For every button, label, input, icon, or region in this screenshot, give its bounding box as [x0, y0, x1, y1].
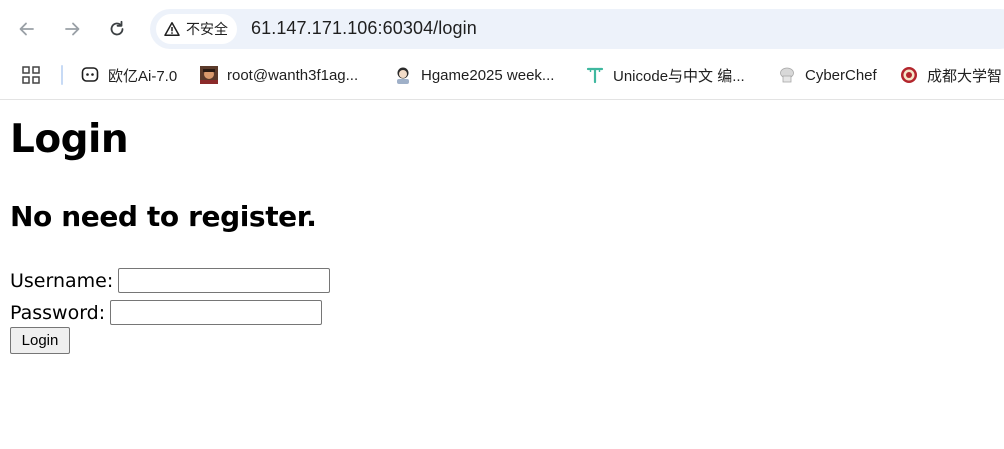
browser-toolbar: 不安全 61.147.171.106:60304/login — [0, 0, 1004, 57]
chat-bot-icon — [81, 66, 99, 84]
forward-button[interactable] — [55, 12, 89, 46]
page-title: Login — [10, 117, 129, 162]
reload-icon — [110, 20, 124, 36]
password-input[interactable] — [110, 300, 323, 325]
security-chip[interactable]: 不安全 — [156, 14, 237, 44]
bookmark-item[interactable]: 成都大学智 — [900, 62, 1002, 88]
university-seal-icon — [900, 66, 918, 84]
chef-hat-icon — [778, 66, 796, 84]
address-bar[interactable]: 不安全 61.147.171.106:60304/login — [150, 9, 1004, 49]
warning-icon — [164, 22, 180, 36]
bookmarks-separator — [61, 65, 63, 85]
bookmark-label: root@wanth3f1ag... — [227, 66, 359, 84]
page-content: Login No need to register. Username: Pas… — [0, 101, 1004, 449]
browser-chrome: 不安全 61.147.171.106:60304/login 欧亿Ai-7.0 — [0, 0, 1004, 100]
username-row: Username: — [10, 268, 331, 293]
bookmark-item[interactable]: Unicode与中文 编... — [586, 62, 745, 88]
bookmark-item[interactable]: Hgame2025 week... — [394, 62, 554, 88]
bookmarks-bar: 欧亿Ai-7.0 root@wanth3f1ag... Hgame2025 we… — [0, 60, 1004, 90]
password-row: Password: — [10, 300, 323, 325]
bookmark-item[interactable]: root@wanth3f1ag... — [200, 62, 358, 88]
bookmark-label: 欧亿Ai-7.0 — [108, 67, 178, 85]
bookmark-label: Hgame2025 week... — [421, 66, 555, 84]
bookmark-label: CyberChef — [805, 66, 877, 84]
security-label: 不安全 — [186, 21, 228, 37]
password-label: Password: — [10, 301, 106, 324]
apps-grid-icon[interactable] — [22, 66, 40, 84]
arrow-right-icon — [65, 22, 80, 36]
avatar-photo-icon — [200, 66, 218, 84]
bookmark-item[interactable]: 欧亿Ai-7.0 — [81, 62, 177, 88]
bookmark-label: 成都大学智 — [927, 67, 1003, 85]
page-subtitle: No need to register. — [10, 200, 317, 233]
username-input[interactable] — [118, 268, 331, 293]
t-logo-icon — [586, 66, 604, 84]
reload-button[interactable] — [100, 12, 134, 46]
avatar-anime-icon — [394, 66, 412, 84]
bookmark-item[interactable]: CyberChef — [778, 62, 877, 88]
bookmark-label: Unicode与中文 编... — [613, 67, 745, 85]
back-button[interactable] — [10, 12, 44, 46]
username-label: Username: — [10, 269, 114, 292]
url-text[interactable]: 61.147.171.106:60304/login — [251, 18, 477, 39]
login-button[interactable]: Login — [10, 327, 70, 354]
arrow-left-icon — [19, 22, 34, 36]
